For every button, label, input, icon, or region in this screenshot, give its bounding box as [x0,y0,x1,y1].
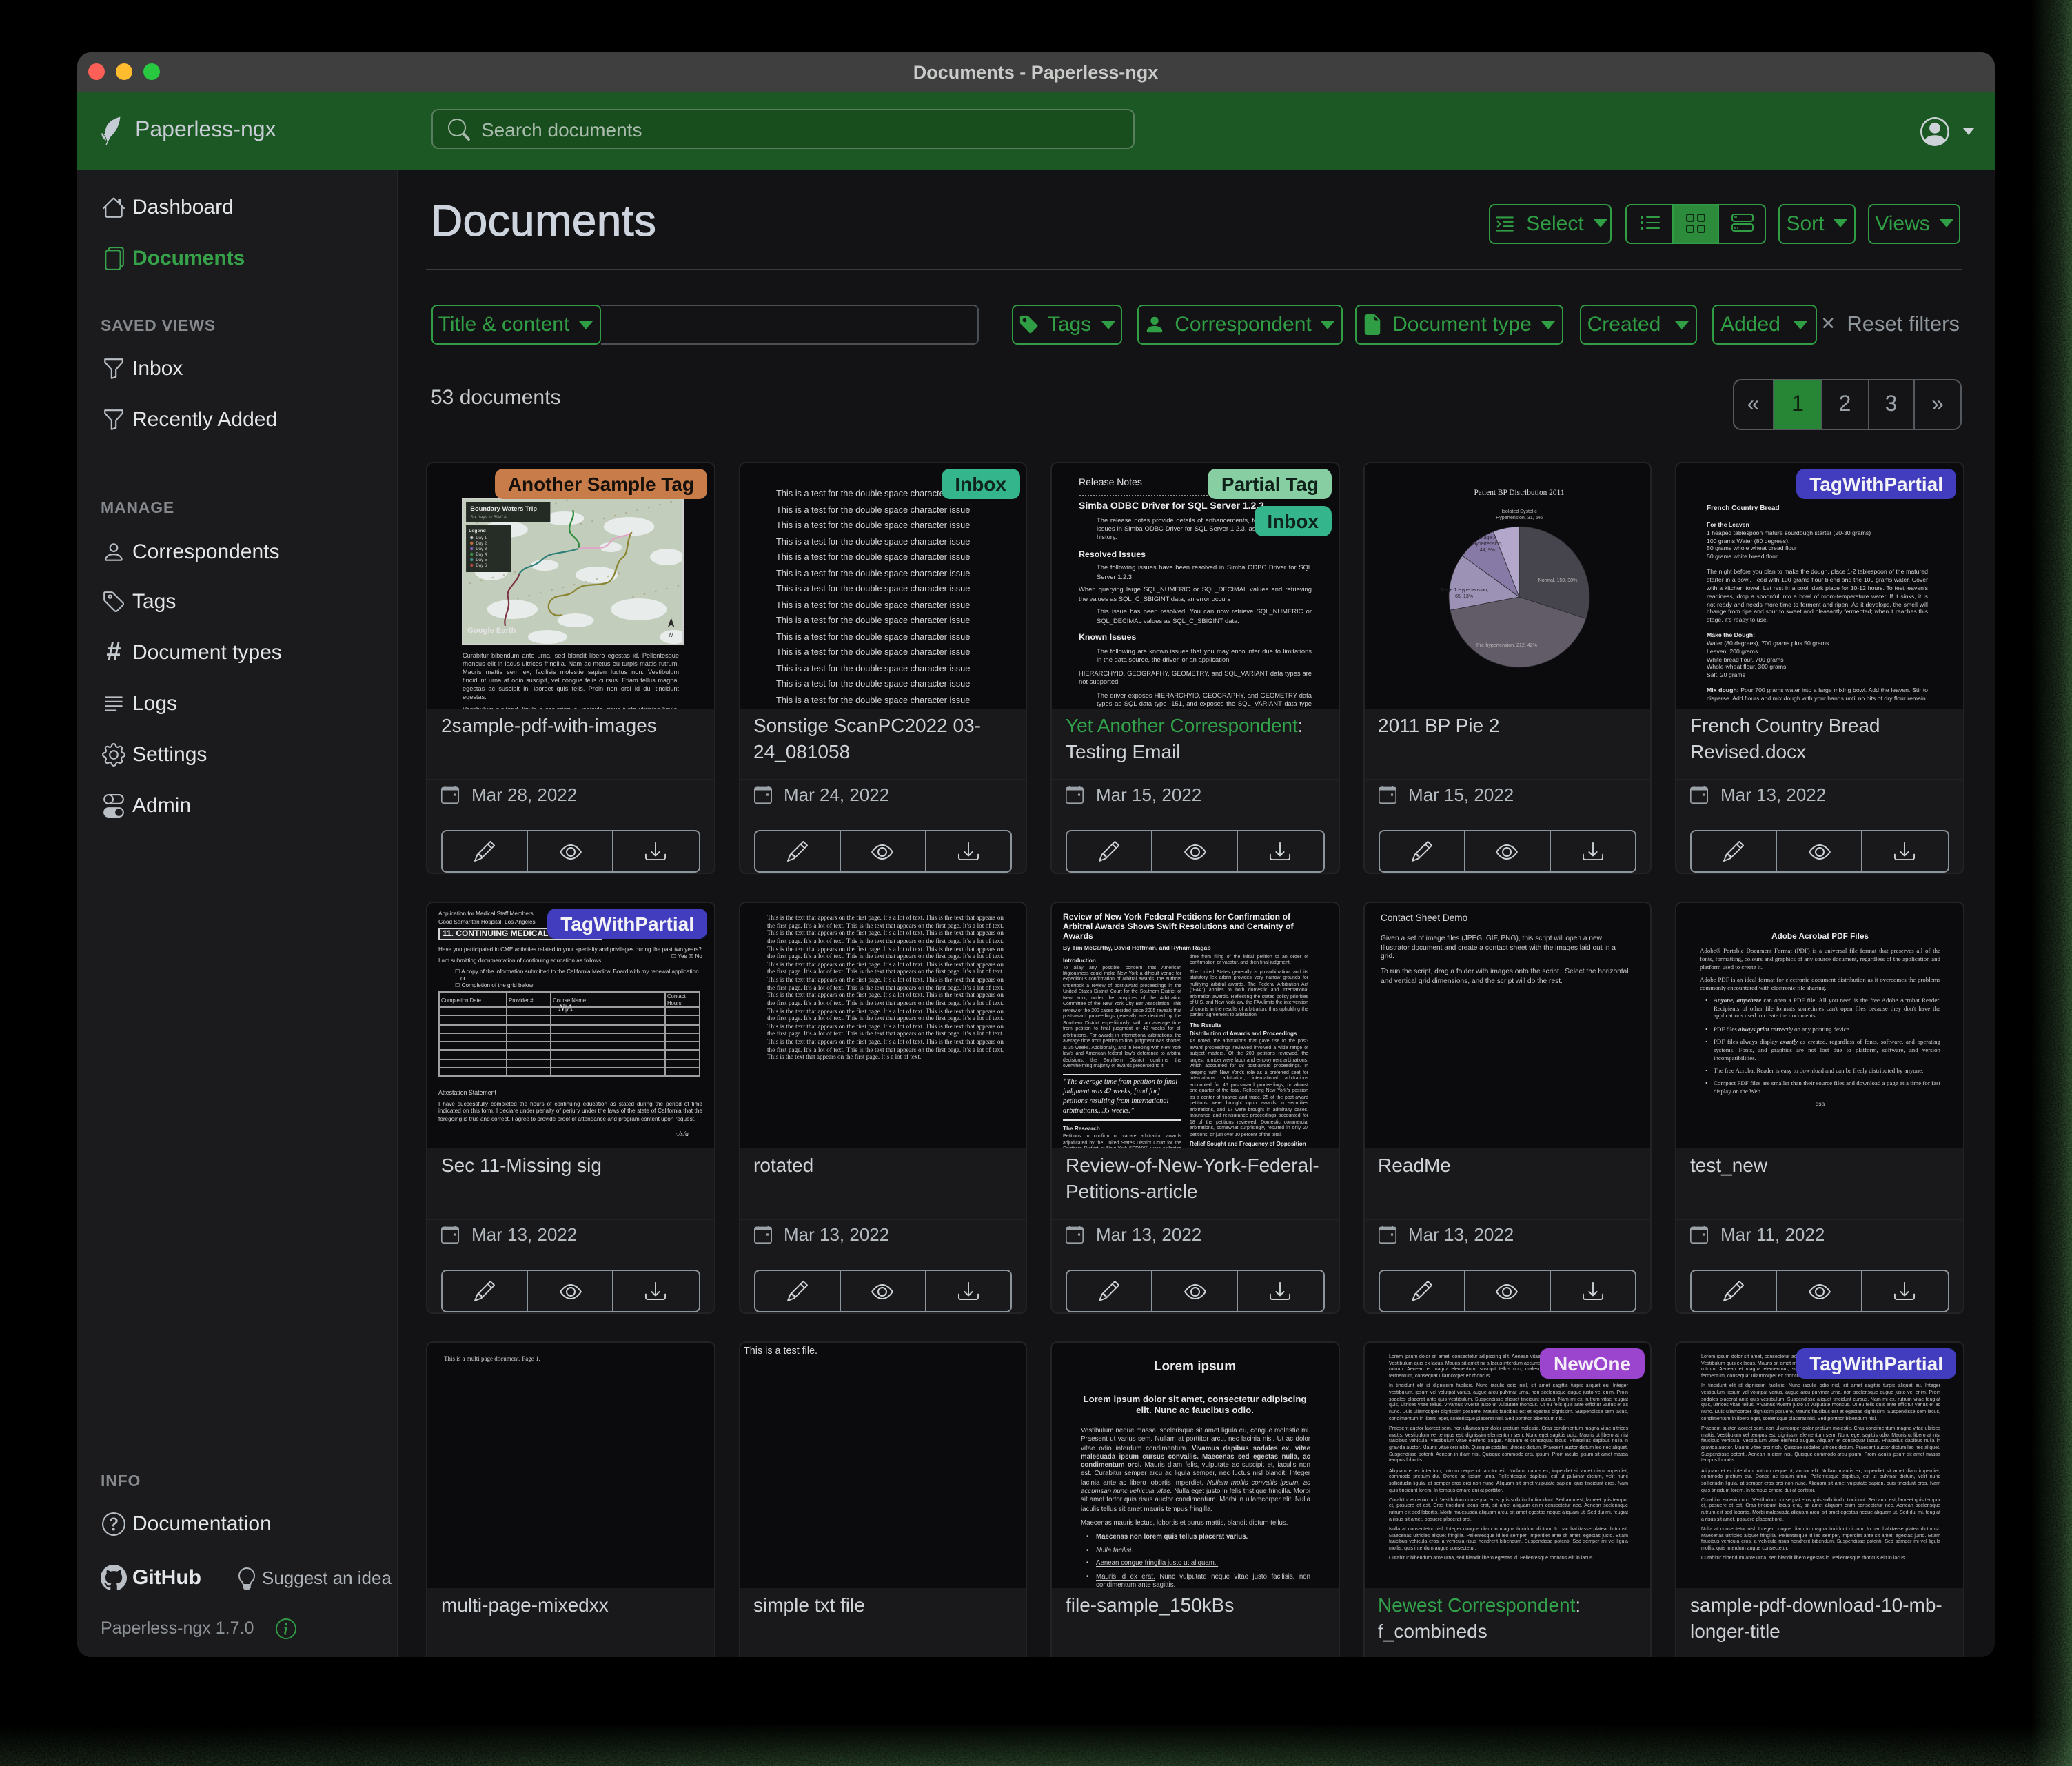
svg-text:Isolated Systolic: Isolated Systolic [1501,509,1536,514]
svg-text:Stage 2: Stage 2 [1479,535,1496,540]
svg-text:Normal, 150, 30%: Normal, 150, 30% [1538,578,1577,583]
svg-text:Day 2: Day 2 [475,542,487,546]
svg-text:Day 1: Day 1 [475,536,487,540]
svg-text:65, 13%: 65, 13% [1454,593,1473,599]
svg-text:Day 6: Day 6 [475,564,487,568]
svg-text:N: N [669,632,673,638]
svg-text:Legend: Legend [468,529,485,534]
svg-text:Day 5: Day 5 [475,558,487,562]
svg-text:Stage 1 Hypertension,: Stage 1 Hypertension, [1439,587,1487,593]
svg-text:Day 4: Day 4 [475,553,487,557]
svg-text:Hypertension,: Hypertension, [1472,541,1502,547]
svg-text:Pre-hypertension, 212, 42%: Pre-hypertension, 212, 42% [1476,642,1537,648]
svg-text:Day 3: Day 3 [475,547,487,551]
svg-text:Boundary Waters Trip: Boundary Waters Trip [469,505,536,512]
svg-text:Google Earth: Google Earth [467,627,516,635]
svg-text:44, 9%: 44, 9% [1479,547,1495,553]
svg-text:Six days in BWCA: Six days in BWCA [469,515,507,520]
svg-text:Patient BP Distribution 2011: Patient BP Distribution 2011 [1473,489,1563,497]
svg-text:Hypertension, 31, 6%: Hypertension, 31, 6% [1495,515,1543,520]
